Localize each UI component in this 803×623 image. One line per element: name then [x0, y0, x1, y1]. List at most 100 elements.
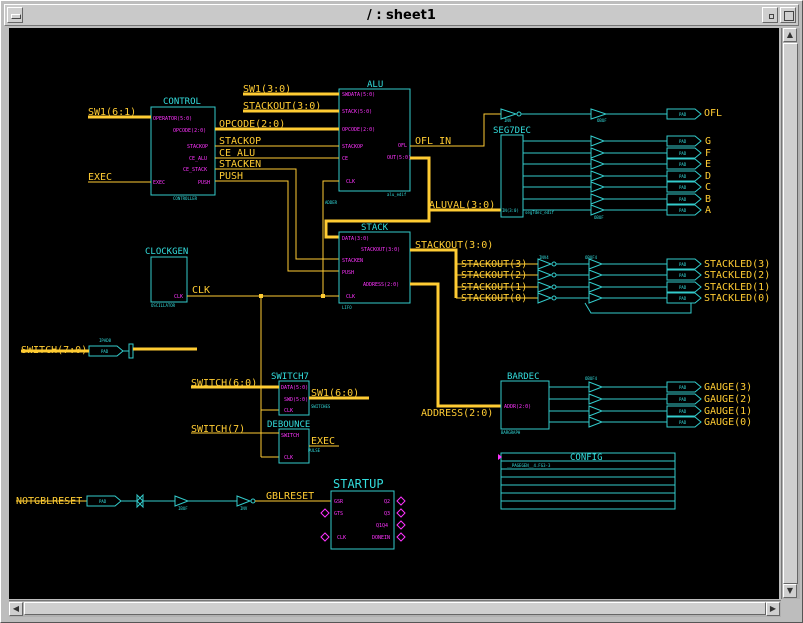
- svg-text:IN(3:0): IN(3:0): [502, 208, 519, 213]
- horizontal-scrollbar[interactable]: ◀ ▶: [9, 600, 781, 617]
- svg-text:ADDR(2:0): ADDR(2:0): [504, 404, 531, 410]
- svg-text:PAD: PAD: [679, 296, 687, 301]
- minimize-button[interactable]: [762, 7, 778, 23]
- svg-text:EXEC: EXEC: [153, 180, 165, 186]
- svg-text:STARTUP: STARTUP: [333, 477, 384, 491]
- svg-text:CLK: CLK: [337, 535, 346, 541]
- gauge-row-3: PAD GAUGE(3): [549, 381, 752, 393]
- segment-row-c: PAD C: [523, 181, 711, 193]
- net-sw1-6-0: SW1(6:0): [311, 388, 359, 399]
- gauge-row-0: PAD GAUGE(0): [549, 416, 752, 428]
- stackled-row-3: PAD STACKLED(3): [537, 258, 770, 270]
- svg-text:BARGRAPH: BARGRAPH: [501, 430, 521, 435]
- svg-text:GAUGE(1): GAUGE(1): [704, 406, 752, 417]
- svg-text:Q1Q4: Q1Q4: [376, 523, 388, 529]
- svg-text:PAD: PAD: [679, 162, 687, 167]
- svg-text:BARDEC: BARDEC: [507, 372, 540, 382]
- scroll-up-arrow-icon[interactable]: ▲: [783, 28, 797, 42]
- svg-text:PAD: PAD: [679, 273, 687, 278]
- control-block[interactable]: CONTROL OPERATOR(5:0) OPCODE(2:0) STACKO…: [150, 97, 216, 201]
- svg-text:LIFO: LIFO: [342, 305, 352, 310]
- net-ce-alu: CE_ALU: [219, 148, 255, 159]
- svg-text:STACKLED(1): STACKLED(1): [704, 282, 770, 293]
- clockgen-block[interactable]: CLOCKGEN CLK OSCILLATOR: [145, 247, 188, 308]
- svg-text:SWDATA(5:0): SWDATA(5:0): [342, 92, 375, 98]
- stackled-row-2: PAD STACKLED(2): [537, 269, 770, 281]
- svg-text:CONTROL: CONTROL: [163, 97, 201, 107]
- svg-text:PAD: PAD: [679, 409, 687, 414]
- svg-text:IBUF: IBUF: [178, 506, 188, 511]
- svg-text:OUT(5:0): OUT(5:0): [387, 155, 411, 161]
- net-opcode: OPCODE(2:0): [219, 119, 285, 130]
- horizontal-scroll-thumb[interactable]: [24, 602, 766, 615]
- svg-text:PUSH: PUSH: [342, 270, 354, 276]
- ipad8-switch-input: IPAD8 PAD: [88, 338, 134, 359]
- svg-text:CLK: CLK: [174, 294, 183, 300]
- svg-text:PAD: PAD: [101, 349, 109, 354]
- svg-text:CLK: CLK: [346, 179, 355, 185]
- svg-text:SWITCH7: SWITCH7: [271, 372, 309, 382]
- svg-text:DATA(3:0): DATA(3:0): [342, 236, 369, 242]
- gauge-row-2: PAD GAUGE(2): [549, 393, 752, 405]
- svg-text:INV4: INV4: [539, 255, 549, 260]
- stack-block[interactable]: STACK DATA(3:0) STACKEN PUSH CLK STACKOU…: [338, 223, 411, 310]
- maximize-button[interactable]: [780, 7, 796, 23]
- svg-text:ADDRESS(2:0): ADDRESS(2:0): [363, 282, 399, 288]
- svg-text:OPCODE(2:0): OPCODE(2:0): [342, 127, 375, 133]
- svg-text:PULSE: PULSE: [308, 448, 321, 453]
- svg-text:GSR: GSR: [334, 499, 344, 505]
- svg-text:PAD: PAD: [679, 151, 687, 156]
- svg-text:Q3: Q3: [384, 511, 390, 517]
- seg7dec-block[interactable]: SEG7DEC IN(3:0) seg7dec_edif: [493, 126, 554, 218]
- svg-text:STACKOUT(3): STACKOUT(3): [461, 259, 527, 270]
- schematic-canvas[interactable]: CONTROL OPERATOR(5:0) OPCODE(2:0) STACKO…: [9, 28, 779, 599]
- svg-text:C: C: [705, 182, 711, 193]
- svg-text:B: B: [705, 194, 711, 205]
- net-switch-7-0: SWITCH(7:0): [21, 345, 87, 356]
- output-ofl: OFL: [704, 108, 722, 119]
- svg-text:Q2: Q2: [384, 499, 390, 505]
- alu-block[interactable]: ALU SWDATA(5:0) STACK(5:0) OPCODE(2:0) S…: [325, 80, 411, 205]
- title-bar[interactable]: / : sheet1: [4, 4, 799, 26]
- svg-text:PUSH: PUSH: [198, 180, 210, 186]
- net-sw-6-1: SW1(6:1): [88, 107, 136, 118]
- svg-text:INV: INV: [504, 118, 512, 123]
- svg-text:GAUGE(2): GAUGE(2): [704, 394, 752, 405]
- net-sw1-3-0: SW1(3:0): [243, 84, 291, 95]
- svg-text:__PAGEGEN__4.FG3-3: __PAGEGEN__4.FG3-3: [507, 463, 551, 468]
- scroll-down-arrow-icon[interactable]: ▼: [783, 584, 797, 598]
- svg-text:SWITCH: SWITCH: [281, 433, 299, 439]
- bardec-block[interactable]: BARDEC ADDR(2:0) BARGRAPH: [500, 372, 550, 435]
- vertical-scrollbar[interactable]: ▲ ▼: [781, 28, 800, 599]
- svg-text:PAD: PAD: [679, 174, 687, 179]
- svg-text:PAD: PAD: [679, 397, 687, 402]
- svg-text:PAD: PAD: [679, 197, 687, 202]
- svg-text:OFL: OFL: [398, 143, 407, 149]
- scroll-right-arrow-icon[interactable]: ▶: [766, 602, 780, 616]
- svg-text:STACKOUT(2): STACKOUT(2): [461, 270, 527, 281]
- stackled-row-1: PAD STACKLED(1): [537, 281, 770, 293]
- svg-text:STACKOP: STACKOP: [342, 144, 363, 150]
- svg-text:STACK: STACK: [361, 223, 389, 233]
- svg-text:PAD: PAD: [679, 185, 687, 190]
- segment-row-f: PAD F: [523, 147, 711, 159]
- scroll-corner: [781, 600, 799, 617]
- svg-text:STACKOUT(0): STACKOUT(0): [461, 293, 527, 304]
- svg-text:OBUF: OBUF: [594, 215, 604, 220]
- scroll-left-arrow-icon[interactable]: ◀: [9, 602, 23, 616]
- gauge-row-1: PAD GAUGE(1): [549, 405, 752, 417]
- vertical-scroll-thumb[interactable]: [783, 43, 798, 584]
- window-title: / : sheet1: [367, 8, 436, 23]
- svg-text:ADDER: ADDER: [325, 200, 338, 205]
- net-stackout-bus: STACKOUT(3:0): [415, 240, 493, 251]
- svg-text:STACKOP: STACKOP: [187, 144, 208, 150]
- net-gblreset: GBLRESET: [266, 491, 314, 502]
- svg-text:PAD: PAD: [679, 385, 687, 390]
- svg-text:DEBOUNCE: DEBOUNCE: [267, 420, 310, 430]
- net-aluval: ALUVAL(3:0): [429, 200, 495, 211]
- config-block[interactable]: CONFIG __PAGEGEN__4.FG3-3: [498, 452, 676, 510]
- net-exec-2: EXEC: [311, 436, 335, 447]
- startup-block[interactable]: STARTUP GSR GTS CLK Q2 Q3 Q1Q4 DONEIN: [320, 477, 406, 550]
- net-push: PUSH: [219, 171, 243, 182]
- segment-row-e: PAD E: [523, 158, 711, 170]
